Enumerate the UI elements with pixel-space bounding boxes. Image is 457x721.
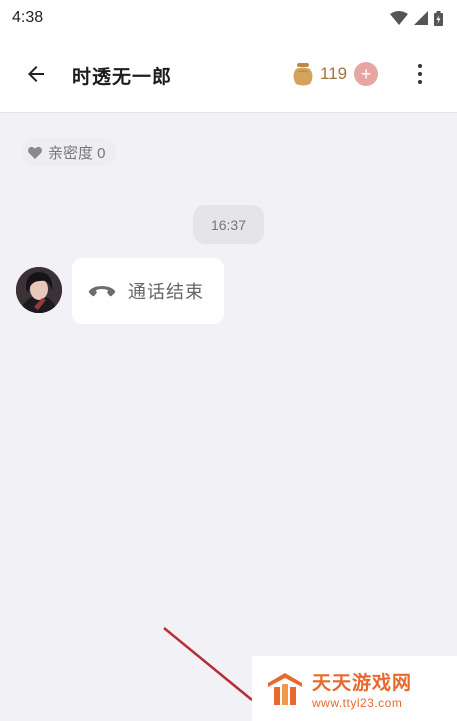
signal-icon [414,11,428,25]
status-icons [390,10,443,26]
add-coins-button[interactable]: + [354,62,379,86]
heart-icon [28,146,42,159]
more-vert-icon-dot-2 [418,72,422,76]
phone-hangup-icon [88,286,116,297]
watermark-logo: 天天游戏网 www.ttyl23.com [252,656,457,721]
watermark-title: 天天游戏网 [312,672,413,694]
battery-icon [434,10,443,26]
more-options-button[interactable] [406,58,434,90]
back-arrow-icon [28,66,44,82]
back-button[interactable] [20,58,52,90]
call-status-text: 通话结束 [128,282,204,302]
watermark-logo-icon [268,672,302,705]
coin-jar-icon [293,63,313,86]
status-time: 4:38 [12,9,44,26]
wifi-icon [390,11,408,25]
more-vert-icon-dot-3 [418,80,422,84]
more-vert-icon-dot-1 [418,64,422,68]
coin-count: 119 [320,64,348,83]
intimacy-badge: 亲密度 0 [22,138,116,166]
message-timestamp: 16:37 [193,205,264,244]
intimacy-label: 亲密度 0 [48,144,106,162]
coin-balance[interactable]: 119 + [292,60,379,88]
avatar-image [16,267,62,313]
avatar[interactable] [16,267,62,313]
call-ended-message[interactable]: 通话结束 [72,258,224,324]
chat-title: 时透无一郎 [72,67,173,88]
app-bar: 时透无一郎 119 + [0,36,457,113]
watermark-url: www.ttyl23.com [312,695,403,710]
status-bar: 4:38 [0,0,457,36]
timestamp-text: 16:37 [210,216,247,233]
